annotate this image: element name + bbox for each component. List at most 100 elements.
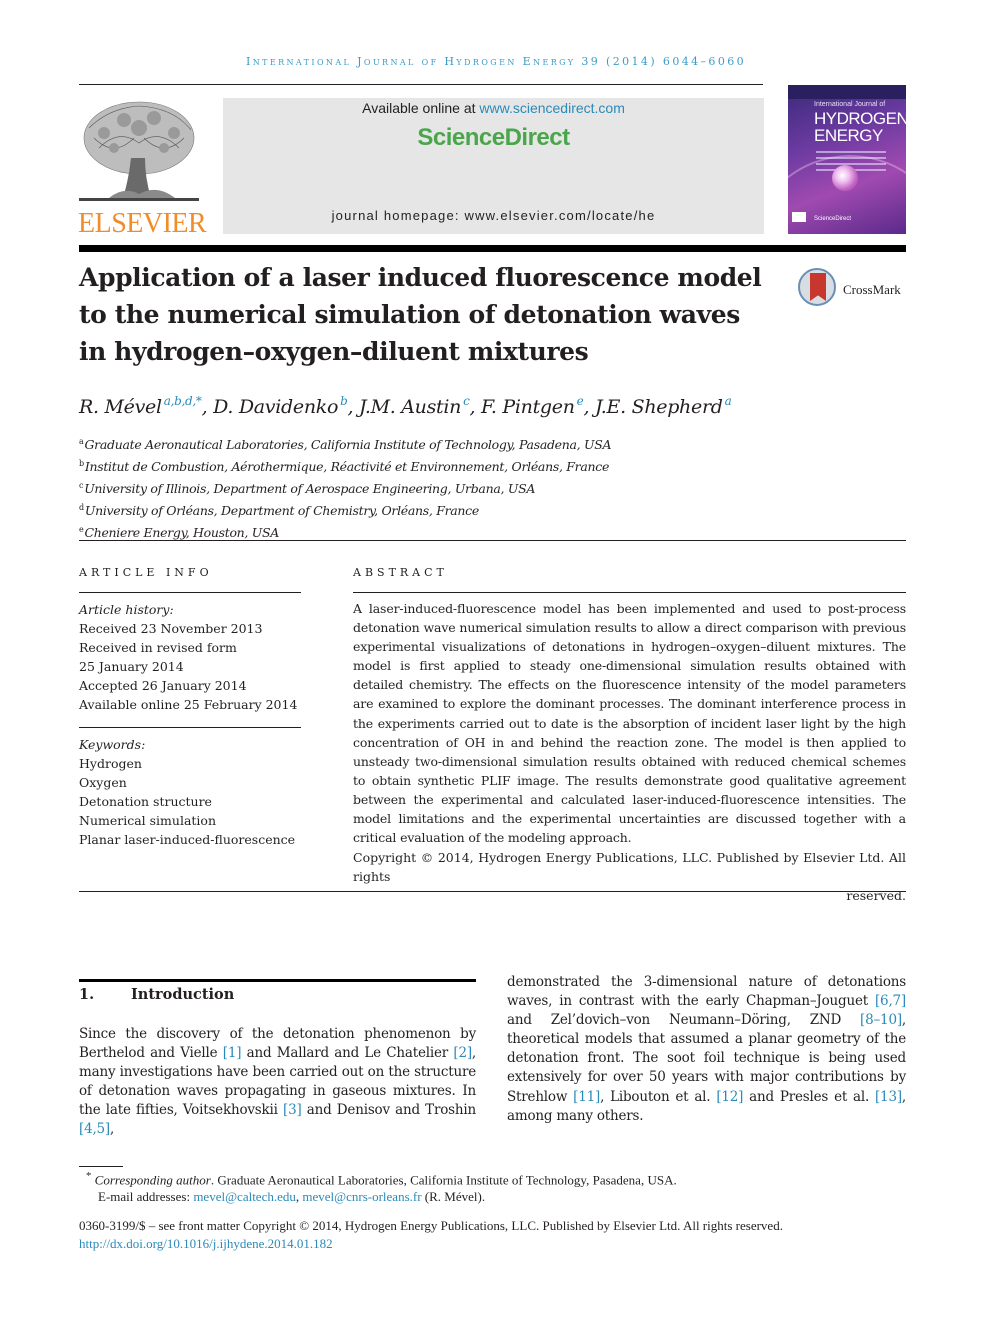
affiliation-text: Graduate Aeronautical Laboratories, Cali… xyxy=(84,437,612,452)
citation-link[interactable]: [1] xyxy=(223,1045,242,1061)
copyright-line: reserved. xyxy=(846,888,906,904)
cover-top-band xyxy=(788,85,906,99)
article-title: Application of a laser induced fluoresce… xyxy=(79,259,779,370)
citation-link[interactable]: [6,7] xyxy=(875,993,906,1009)
author-affil-ref[interactable]: a xyxy=(725,394,732,408)
author-name: R. Mével xyxy=(79,396,162,418)
email-suffix: (R. Mével). xyxy=(421,1189,486,1205)
cover-title: HYDROGEN ENERGY xyxy=(814,110,906,144)
cover-line3: ENERGY xyxy=(814,126,883,145)
email-label: E-mail addresses: xyxy=(98,1189,194,1205)
abstract-copyright: Copyright © 2014, Hydrogen Energy Public… xyxy=(353,848,906,905)
affiliation-key: b xyxy=(79,459,84,468)
doi-link[interactable]: http://dx.doi.org/10.1016/j.ijhydene.201… xyxy=(79,1236,333,1251)
author[interactable]: J.E. Shepherd a xyxy=(594,394,732,418)
keyword: Numerical simulation xyxy=(79,813,216,828)
affiliations-rule xyxy=(79,540,906,541)
affiliation-text: Cheniere Energy, Houston, USA xyxy=(84,525,280,540)
section-number: 1. xyxy=(79,986,95,1003)
article-history: Article history: Received 23 November 20… xyxy=(79,600,297,714)
intro-paragraph-right: demonstrated the 3-dimensional nature of… xyxy=(507,973,906,1126)
footnote-text: . Graduate Aeronautical Laboratories, Ca… xyxy=(210,1172,677,1188)
title-line: Application of a laser induced fluoresce… xyxy=(79,263,762,292)
history-item: Received 23 November 2013 xyxy=(79,621,263,636)
affiliation-key: d xyxy=(79,503,84,512)
sciencedirect-link[interactable]: www.sciencedirect.com xyxy=(479,100,625,116)
paragraph-text: demonstrated the 3-dimensional nature of… xyxy=(507,974,906,1010)
cover-line1: International Journal of xyxy=(814,101,886,108)
author[interactable]: R. Mével a,b,d,* xyxy=(79,394,202,418)
cover-line2: HYDROGEN xyxy=(814,109,906,128)
keywords-label: Keywords: xyxy=(79,737,146,752)
keyword: Hydrogen xyxy=(79,756,142,771)
affiliation-key: a xyxy=(79,437,84,446)
author-name: J.E. Shepherd xyxy=(594,396,723,418)
author-separator: , xyxy=(583,396,595,418)
sciencedirect-logo: ScienceDirect xyxy=(417,124,570,151)
footnote-label: Corresponding author xyxy=(94,1172,211,1188)
author-separator: , xyxy=(347,396,359,418)
author-affil-ref[interactable]: a,b,d,* xyxy=(164,394,202,408)
header-rule xyxy=(79,84,763,85)
abstract-text: A laser-induced-fluorescence model has b… xyxy=(353,601,906,846)
paragraph-text: and Mallard and Le Chatelier xyxy=(241,1045,454,1062)
author[interactable]: F. Pintgen e xyxy=(481,394,584,418)
cover-footer: ScienceDirect xyxy=(814,216,852,222)
paragraph-text: and Denisov and Troshin xyxy=(301,1102,476,1119)
affiliation: aGraduate Aeronautical Laboratories, Cal… xyxy=(79,432,612,454)
history-item: Accepted 26 January 2014 xyxy=(79,678,247,693)
author-separator: , xyxy=(201,396,214,418)
citation-link[interactable]: [4,5] xyxy=(79,1121,110,1137)
corresponding-author-footnote: * Corresponding author. Graduate Aeronau… xyxy=(86,1170,677,1205)
affiliation: eCheniere Energy, Houston, USA xyxy=(79,520,611,542)
journal-cover[interactable]: International Journal of HYDROGEN ENERGY… xyxy=(788,85,906,234)
author-list: R. Mével a,b,d,*, D. Davidenko b, J.M. Aus… xyxy=(79,394,732,418)
section-heading: 1. Introduction xyxy=(79,986,234,1003)
title-line: in hydrogen–oxygen–diluent mixtures xyxy=(79,337,589,366)
citation-link[interactable]: [2] xyxy=(453,1045,472,1061)
affiliation-text: University of Illinois, Department of Ae… xyxy=(84,481,536,496)
elsevier-wordmark: ELSEVIER xyxy=(78,208,207,239)
history-item: Available online 25 February 2014 xyxy=(79,697,298,712)
author-name: D. Davidenko xyxy=(213,396,339,418)
homepage-link[interactable]: www.elsevier.com/locate/he xyxy=(465,208,656,223)
intro-paragraph-left: Since the discovery of the detonation ph… xyxy=(79,1025,476,1140)
citation-link[interactable]: [13] xyxy=(875,1089,902,1105)
paragraph-text: , Libouton et al. xyxy=(600,1088,717,1105)
homepage-label: journal homepage: xyxy=(331,208,465,223)
affiliation: bInstitut de Combustion, Aérothermique, … xyxy=(79,454,611,476)
keywords-rule xyxy=(79,727,301,728)
abstract-end-rule xyxy=(79,891,906,892)
title-line: to the numerical simulation of detonatio… xyxy=(79,300,740,329)
issn-line: 0360-3199/$ – see front matter Copyright… xyxy=(79,1218,783,1233)
abstract-heading: ABSTRACT xyxy=(353,566,448,579)
affiliation: dUniversity of Orléans, Department of Ch… xyxy=(79,498,611,520)
elsevier-tree-icon xyxy=(79,101,199,201)
available-online-label: Available online at xyxy=(362,100,480,116)
keyword: Oxygen xyxy=(79,775,127,790)
author-affil-ref[interactable]: b xyxy=(340,394,348,408)
history-item: Received in revised form xyxy=(79,640,237,655)
available-online: Available online at www.sciencedirect.co… xyxy=(223,100,764,116)
crossmark-button[interactable]: CrossMark xyxy=(798,268,908,310)
paragraph-text: , xyxy=(110,1121,115,1138)
author-separator: , xyxy=(469,396,481,418)
author[interactable]: J.M. Austin c xyxy=(359,394,470,418)
affiliation-list: aGraduate Aeronautical Laboratories, Cal… xyxy=(79,432,612,542)
citation-link[interactable]: [8–10] xyxy=(860,1012,902,1028)
citation-link[interactable]: [3] xyxy=(283,1102,302,1118)
citation-link[interactable]: [11] xyxy=(573,1089,600,1105)
article-history-label: Article history: xyxy=(79,602,174,617)
citation-link[interactable]: [12] xyxy=(716,1089,743,1105)
cover-orb-decoration xyxy=(832,165,858,191)
journal-homepage: journal homepage: www.elsevier.com/locat… xyxy=(223,208,764,223)
affiliation-text: Institut de Combustion, Aérothermique, R… xyxy=(84,459,610,474)
keywords: Keywords: Hydrogen Oxygen Detonation str… xyxy=(79,735,295,849)
affiliation-key: e xyxy=(79,525,84,534)
copyright-line: Copyright © 2014, Hydrogen Energy Public… xyxy=(353,850,906,885)
paragraph-text: and Presles et al. xyxy=(743,1088,875,1105)
author-name: J.M. Austin xyxy=(359,396,462,418)
author[interactable]: D. Davidenko b xyxy=(213,394,348,418)
email-link[interactable]: mevel@cnrs-orleans.fr xyxy=(302,1189,421,1204)
email-link[interactable]: mevel@caltech.edu xyxy=(193,1189,296,1204)
